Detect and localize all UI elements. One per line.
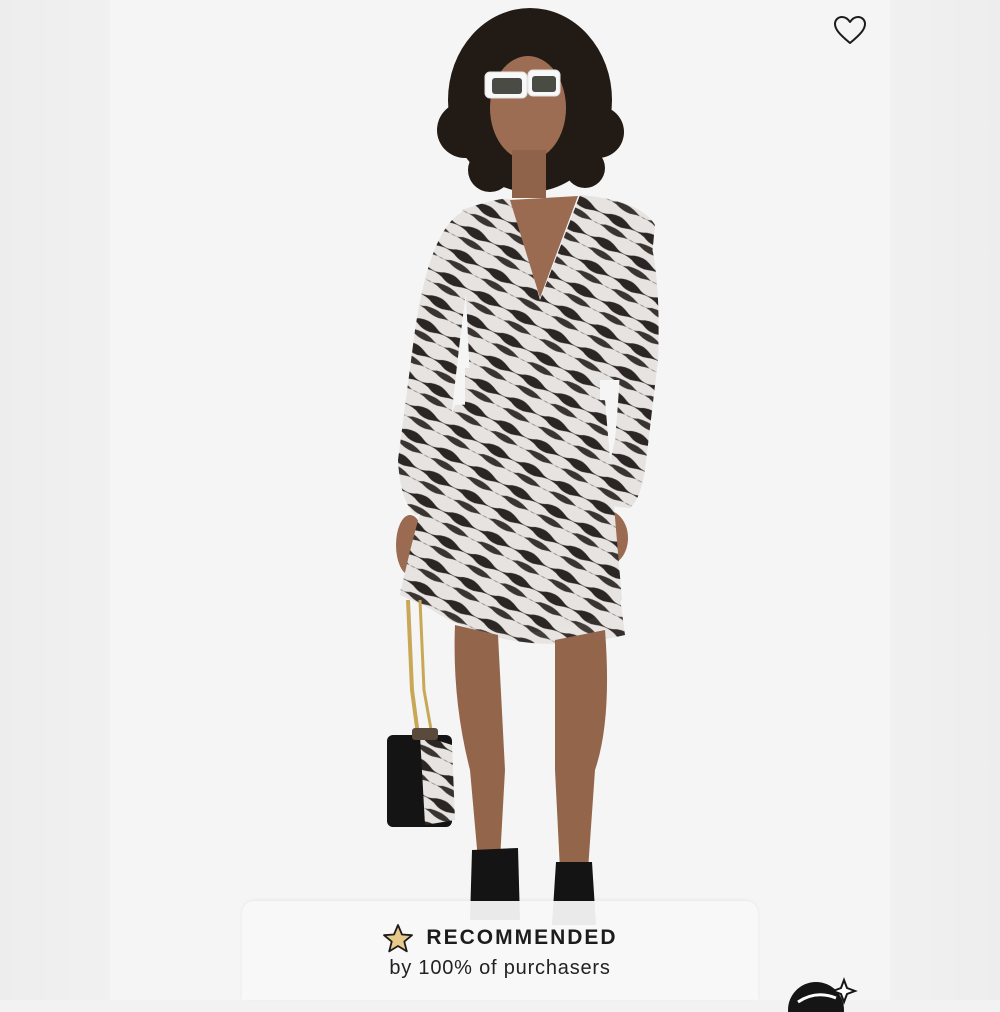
favorite-button[interactable] [830, 12, 870, 48]
recommended-card: RECOMMENDED by 100% of purchasers [242, 901, 758, 1000]
product-image-area[interactable] [0, 0, 1000, 1000]
sparkle-badge-icon[interactable] [786, 972, 858, 1012]
star-icon [383, 924, 414, 953]
recommended-title: RECOMMENDED [426, 926, 618, 949]
heart-outline-icon [834, 16, 866, 44]
model-illustration [387, 8, 659, 925]
recommended-subtitle: by 100% of purchasers [389, 957, 611, 979]
recommended-title-row: RECOMMENDED [242, 921, 758, 955]
